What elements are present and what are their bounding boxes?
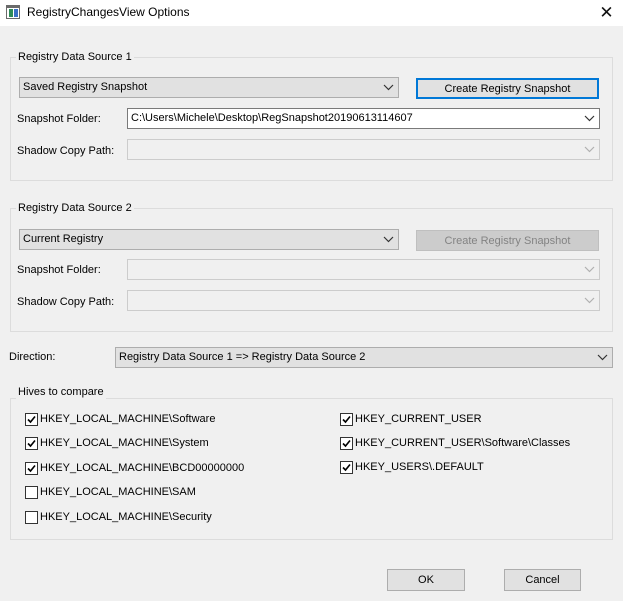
source2-snapshot-folder-input [127,259,600,280]
hive-label: HKEY_CURRENT_USER [355,412,482,425]
hive-checkbox[interactable]: HKEY_LOCAL_MACHINE\Security [25,509,212,525]
source2-group-label: Registry Data Source 2 [16,202,134,215]
hive-checkbox[interactable]: HKEY_CURRENT_USER [340,411,482,427]
hive-checkbox[interactable]: HKEY_LOCAL_MACHINE\BCD00000000 [25,460,244,476]
chevron-down-icon [382,81,395,94]
window-title: RegistryChangesView Options [27,5,190,19]
hive-label: HKEY_LOCAL_MACHINE\System [40,437,209,449]
source1-type-select[interactable]: Saved Registry Snapshot [19,77,399,98]
source1-create-snapshot-button[interactable]: Create Registry Snapshot [416,78,599,99]
hive-label: HKEY_LOCAL_MACHINE\SAM [40,486,196,498]
source2-create-snapshot-button: Create Registry Snapshot [416,230,599,251]
source2-snapshot-folder-label: Snapshot Folder: [17,264,101,276]
hive-label: HKEY_LOCAL_MACHINE\Software [40,412,216,425]
direction-select[interactable]: Registry Data Source 1 => Registry Data … [115,347,613,368]
close-button[interactable]: ✕ [590,0,623,26]
source1-shadow-copy-label: Shadow Copy Path: [17,145,115,157]
source2-type-select[interactable]: Current Registry [19,229,399,250]
hives-group-label: Hives to compare [16,386,106,399]
chevron-down-icon [583,143,596,156]
source1-snapshot-folder-input[interactable]: C:\Users\Michele\Desktop\RegSnapshot2019… [127,108,600,129]
hive-checkbox[interactable]: HKEY_USERS\.DEFAULT [340,459,484,475]
source1-type-value: Saved Registry Snapshot [23,81,148,93]
checkbox-checked-icon [340,436,353,450]
registry-app-icon [6,5,20,19]
chevron-down-icon [583,294,596,307]
checkbox-checked-icon [340,460,353,474]
direction-label: Direction: [9,351,56,363]
chevron-down-icon [583,112,596,125]
checkbox-unchecked-icon [25,510,38,524]
hive-label: HKEY_CURRENT_USER\Software\Classes [355,436,571,449]
checkbox-checked-icon [25,461,38,475]
direction-value: Registry Data Source 1 => Registry Data … [119,351,366,363]
source2-shadow-copy-label: Shadow Copy Path: [17,296,115,308]
source1-group-label: Registry Data Source 1 [16,51,134,64]
title-bar: RegistryChangesView Options ✕ [0,0,623,26]
dialog-body: Registry Data Source 1 Saved Registry Sn… [0,26,623,601]
hive-checkbox[interactable]: HKEY_LOCAL_MACHINE\SAM [25,485,196,501]
checkbox-checked-icon [25,437,38,450]
source1-shadow-copy-input [127,139,600,160]
source1-snapshot-folder-label: Snapshot Folder: [17,113,101,125]
ok-button[interactable]: OK [387,569,465,591]
checkbox-unchecked-icon [25,486,38,499]
source1-snapshot-folder-value: C:\Users\Michele\Desktop\RegSnapshot2019… [131,112,413,124]
chevron-down-icon [596,351,609,364]
chevron-down-icon [583,263,596,276]
hive-checkbox[interactable]: HKEY_LOCAL_MACHINE\Software [25,411,215,427]
hive-checkbox[interactable]: HKEY_CURRENT_USER\Software\Classes [340,435,570,451]
hive-checkbox[interactable]: HKEY_LOCAL_MACHINE\System [25,436,209,452]
close-icon: ✕ [599,3,614,22]
hive-label: HKEY_LOCAL_MACHINE\Security [40,510,212,523]
checkbox-checked-icon [25,412,38,426]
hive-label: HKEY_LOCAL_MACHINE\BCD00000000 [40,461,245,474]
chevron-down-icon [382,233,395,246]
cancel-button[interactable]: Cancel [504,569,581,591]
source2-type-value: Current Registry [23,233,104,245]
checkbox-checked-icon [340,412,353,426]
source2-shadow-copy-input [127,290,600,311]
hive-label: HKEY_USERS\.DEFAULT [355,460,484,473]
